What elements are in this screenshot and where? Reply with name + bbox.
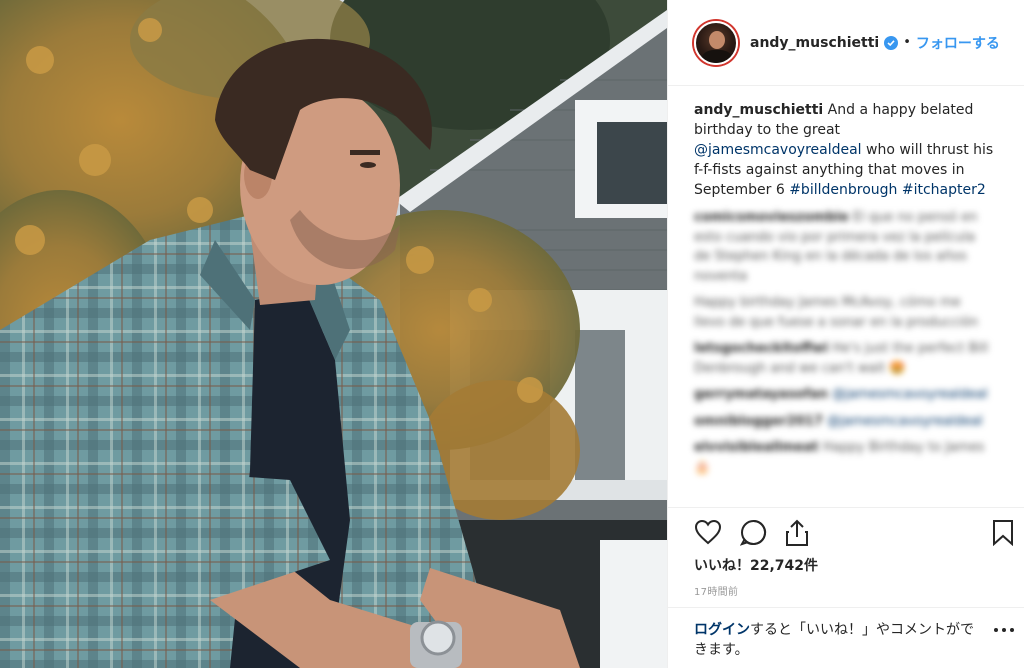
comment-username[interactable]: gerrymatayasofan bbox=[694, 387, 828, 402]
comment-username[interactable]: elvvisibleallmeat bbox=[694, 440, 818, 455]
post-caption: andy_muschietti And a happy belated birt… bbox=[694, 100, 1004, 200]
comment-text[interactable]: @jamesmcavoyrealdeal bbox=[827, 414, 983, 429]
username-link[interactable]: andy_muschietti bbox=[750, 35, 879, 51]
comment-item: Happy birthday James McAvoy, cómo me lle… bbox=[694, 293, 994, 332]
comment-username[interactable]: omniblogger2017 bbox=[694, 414, 823, 429]
verified-badge-icon bbox=[884, 35, 899, 50]
follow-button[interactable]: フォローする bbox=[916, 33, 1000, 53]
post-header: andy_muschietti • フォローする bbox=[668, 0, 1024, 86]
bookmark-icon[interactable] bbox=[992, 519, 1014, 550]
photo-illustration bbox=[0, 0, 667, 668]
caption-hashtag[interactable]: #billdenbrough bbox=[789, 182, 897, 198]
comment-username[interactable]: comicsmovieszombie bbox=[694, 210, 849, 225]
comment-item: omniblogger2017 @jamesmcavoyrealdeal bbox=[694, 412, 994, 432]
timestamp[interactable]: 17時間前 bbox=[694, 583, 738, 598]
avatar[interactable] bbox=[694, 20, 738, 65]
heart-icon[interactable] bbox=[694, 519, 722, 549]
comment-text[interactable]: @jamesmcavoyrealdeal bbox=[832, 387, 988, 402]
comment-bubble-icon[interactable] bbox=[739, 519, 767, 550]
comment-item: gerrymatayasofan @jamesmcavoyrealdeal bbox=[694, 385, 994, 405]
comment-item: letsgocheckitoffwi He's just the perfect… bbox=[694, 339, 994, 378]
caption-username[interactable]: andy_muschietti bbox=[694, 102, 823, 118]
post-sidebar: andy_muschietti • フォローする andy_muschietti… bbox=[667, 0, 1024, 668]
action-bar bbox=[668, 507, 1024, 557]
post-photo[interactable] bbox=[0, 0, 667, 668]
separator-dot: • bbox=[903, 35, 911, 50]
comment-item: elvvisibleallmeat Happy Birthday to Jame… bbox=[694, 438, 994, 477]
comment-username[interactable]: letsgocheckitoffwi bbox=[694, 341, 828, 356]
like-count[interactable]: いいね！22,742件 bbox=[694, 555, 818, 575]
comment-text: Happy birthday James McAvoy, cómo me lle… bbox=[694, 295, 979, 330]
login-text: ログインすると「いいね！」やコメントができます。 bbox=[694, 620, 974, 660]
comment-list: comicsmovieszombie El que no pensó en es… bbox=[694, 208, 994, 484]
caption-mention[interactable]: @jamesmcavoyrealdeal bbox=[694, 142, 862, 158]
comment-item: comicsmovieszombie El que no pensó en es… bbox=[694, 208, 994, 286]
login-link[interactable]: ログイン bbox=[694, 622, 750, 638]
caption-hashtag[interactable]: #itchapter2 bbox=[902, 182, 986, 198]
login-prompt: ログインすると「いいね！」やコメントができます。 bbox=[668, 607, 1024, 668]
more-dots-icon[interactable] bbox=[994, 628, 1014, 636]
share-icon[interactable] bbox=[784, 519, 810, 551]
